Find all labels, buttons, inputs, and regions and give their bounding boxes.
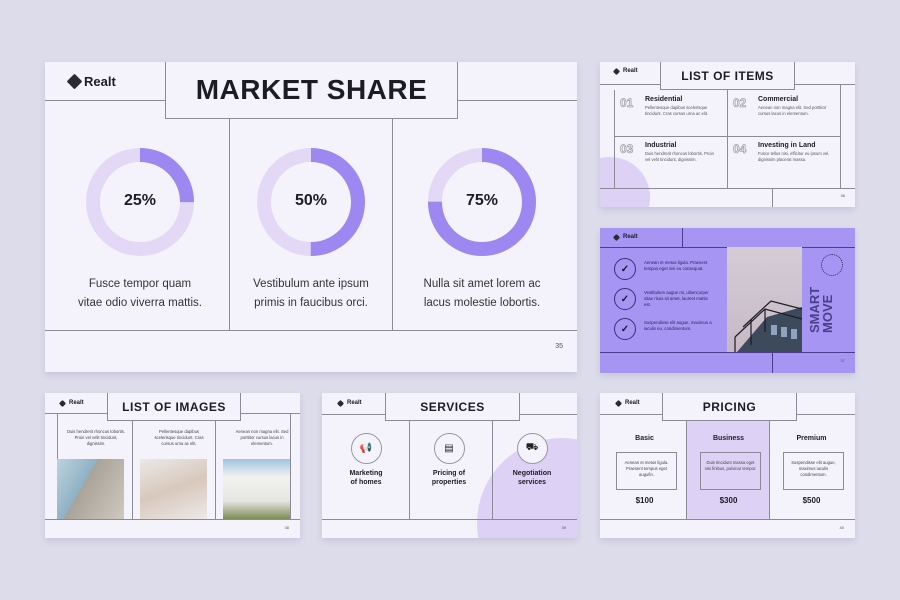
service-label: Negotiation services xyxy=(512,470,552,486)
item-number: 01 xyxy=(620,96,634,111)
service-item[interactable]: 📢 Marketing of homes xyxy=(326,433,406,487)
plan-description: Suspendisse elit augue, maximus iaculis … xyxy=(783,452,844,490)
plan-name: Basic xyxy=(635,435,654,442)
page-title: LIST OF IMAGES xyxy=(107,393,241,421)
brand-logo: Realt xyxy=(66,73,116,90)
handshake-icon: ⛟ xyxy=(516,433,548,464)
page-title: MARKET SHARE xyxy=(165,62,458,119)
donut-caption: Fusce tempor quam vitae odio viverra matt… xyxy=(78,278,202,309)
item-text: Duis hendrerit rhoncus lobortis. Proin v… xyxy=(645,151,714,162)
property-photo xyxy=(140,459,207,519)
donut-chart: 25% xyxy=(86,148,194,256)
page-title: SERVICES xyxy=(385,393,520,421)
pricing-plan[interactable]: Premium Suspendisse elit augue, maximus … xyxy=(769,421,852,519)
slide-list-of-items[interactable]: Realt LIST OF ITEMS 01 Residential Pelle… xyxy=(600,62,855,207)
item-title: Residential xyxy=(645,96,683,103)
page-number: 35 xyxy=(555,343,563,350)
donut-label: 25% xyxy=(123,192,157,209)
image-caption: Aenean non magna elit. Sed porttitor cur… xyxy=(235,429,289,446)
plan-price: $500 xyxy=(802,496,821,505)
donut-chart: 75% xyxy=(428,148,536,256)
plan-name: Business xyxy=(712,435,745,442)
brand-logo: Realt xyxy=(612,67,638,75)
plan-description: Aenean et metus ligula. Praesent tempus … xyxy=(616,452,677,490)
service-item[interactable]: ⛟ Negotiation services xyxy=(492,433,572,487)
plan-price: $300 xyxy=(719,496,738,505)
brand-logo: Realt xyxy=(58,399,84,407)
page-number: 37 xyxy=(840,358,845,363)
brand-logo: Realt xyxy=(614,399,640,407)
plan-name: Premium xyxy=(796,435,827,442)
plan-price: $100 xyxy=(635,496,654,505)
logo-icon xyxy=(66,73,83,90)
property-photo xyxy=(57,459,124,519)
item-title: Industrial xyxy=(645,142,677,149)
donut-caption: Nulla sit amet lorem ac lacus molestie lo… xyxy=(423,278,541,309)
check-item: ✓ Vestibulum augue mi, ullamcorper vitae… xyxy=(614,287,724,311)
item-text: Pellentesque dapibus scelerisque tincidu… xyxy=(645,105,709,116)
megaphone-icon: 📢 xyxy=(350,433,382,464)
page-number: 36 xyxy=(840,193,845,198)
page-number: 39 xyxy=(561,525,566,530)
item-number: 02 xyxy=(733,96,747,111)
donut-caption: Vestibulum ante ipsum primis in faucibus … xyxy=(253,278,369,309)
brand-logo: Realt xyxy=(336,399,362,407)
check-icon: ✓ xyxy=(614,258,636,280)
service-label: Marketing of homes xyxy=(349,470,383,486)
service-item[interactable]: ▤ Pricing of properties xyxy=(409,433,489,487)
wallet-icon: ▤ xyxy=(433,433,465,464)
check-icon: ✓ xyxy=(614,318,636,340)
item-title: Commercial xyxy=(758,96,799,103)
slide-pricing[interactable]: Realt PRICING Basic Aenean et metus ligu… xyxy=(600,393,855,538)
slide-list-of-images[interactable]: Realt LIST OF IMAGES Duis hendrerit rhon… xyxy=(45,393,300,538)
plan-description: Duis tincidunt massa eget nisi finibus, … xyxy=(700,452,761,490)
page-title: LIST OF ITEMS xyxy=(660,62,795,90)
pricing-plan[interactable]: Basic Aenean et metus ligula. Praesent t… xyxy=(603,421,686,519)
item-number: 04 xyxy=(733,142,747,157)
page-number: 40 xyxy=(839,525,844,530)
item-number: 03 xyxy=(620,142,634,157)
vertical-title: SMART MOVE xyxy=(807,286,835,333)
item-title: Investing in Land xyxy=(758,142,816,149)
check-item: ✓ Aenean et metus ligula. Praesent tempu… xyxy=(614,257,724,281)
item-text: Fusce tellus nisi, efficitur eu ipsum ve… xyxy=(758,151,830,162)
check-item: ✓ Suspendisse elit augue, maximus a iacu… xyxy=(614,317,724,341)
property-photo xyxy=(223,459,290,519)
check-icon: ✓ xyxy=(614,288,636,310)
donut-label: 75% xyxy=(465,192,499,209)
image-caption: Duis hendrerit rhoncus lobortis. Proin v… xyxy=(67,429,125,446)
slide-services[interactable]: Realt SERVICES 📢 Marketing of homes ▤ Pri… xyxy=(322,393,577,538)
service-label: Pricing of properties xyxy=(431,470,467,486)
page-title: PRICING xyxy=(662,393,797,421)
item-text: Aenean non magna elit. Sed porttitor cur… xyxy=(758,105,827,116)
brand-logo: Realt xyxy=(612,233,638,241)
donut-chart: 50% xyxy=(257,148,365,256)
donut-label: 50% xyxy=(294,192,328,209)
pricing-plan[interactable]: Business Duis tincidunt massa eget nisi … xyxy=(686,421,769,519)
slide-smart-move[interactable]: Realt SMART MOVE ✓ Aenean et metus ligul… xyxy=(600,228,855,373)
slide-market-share[interactable]: Realt MARKET SHARE 25% Fusce tempor quam… xyxy=(45,62,577,372)
image-caption: Pellentesque dapibus scelerisque tincidu… xyxy=(154,429,204,446)
page-number: 38 xyxy=(284,525,289,530)
building-photo xyxy=(727,247,802,352)
